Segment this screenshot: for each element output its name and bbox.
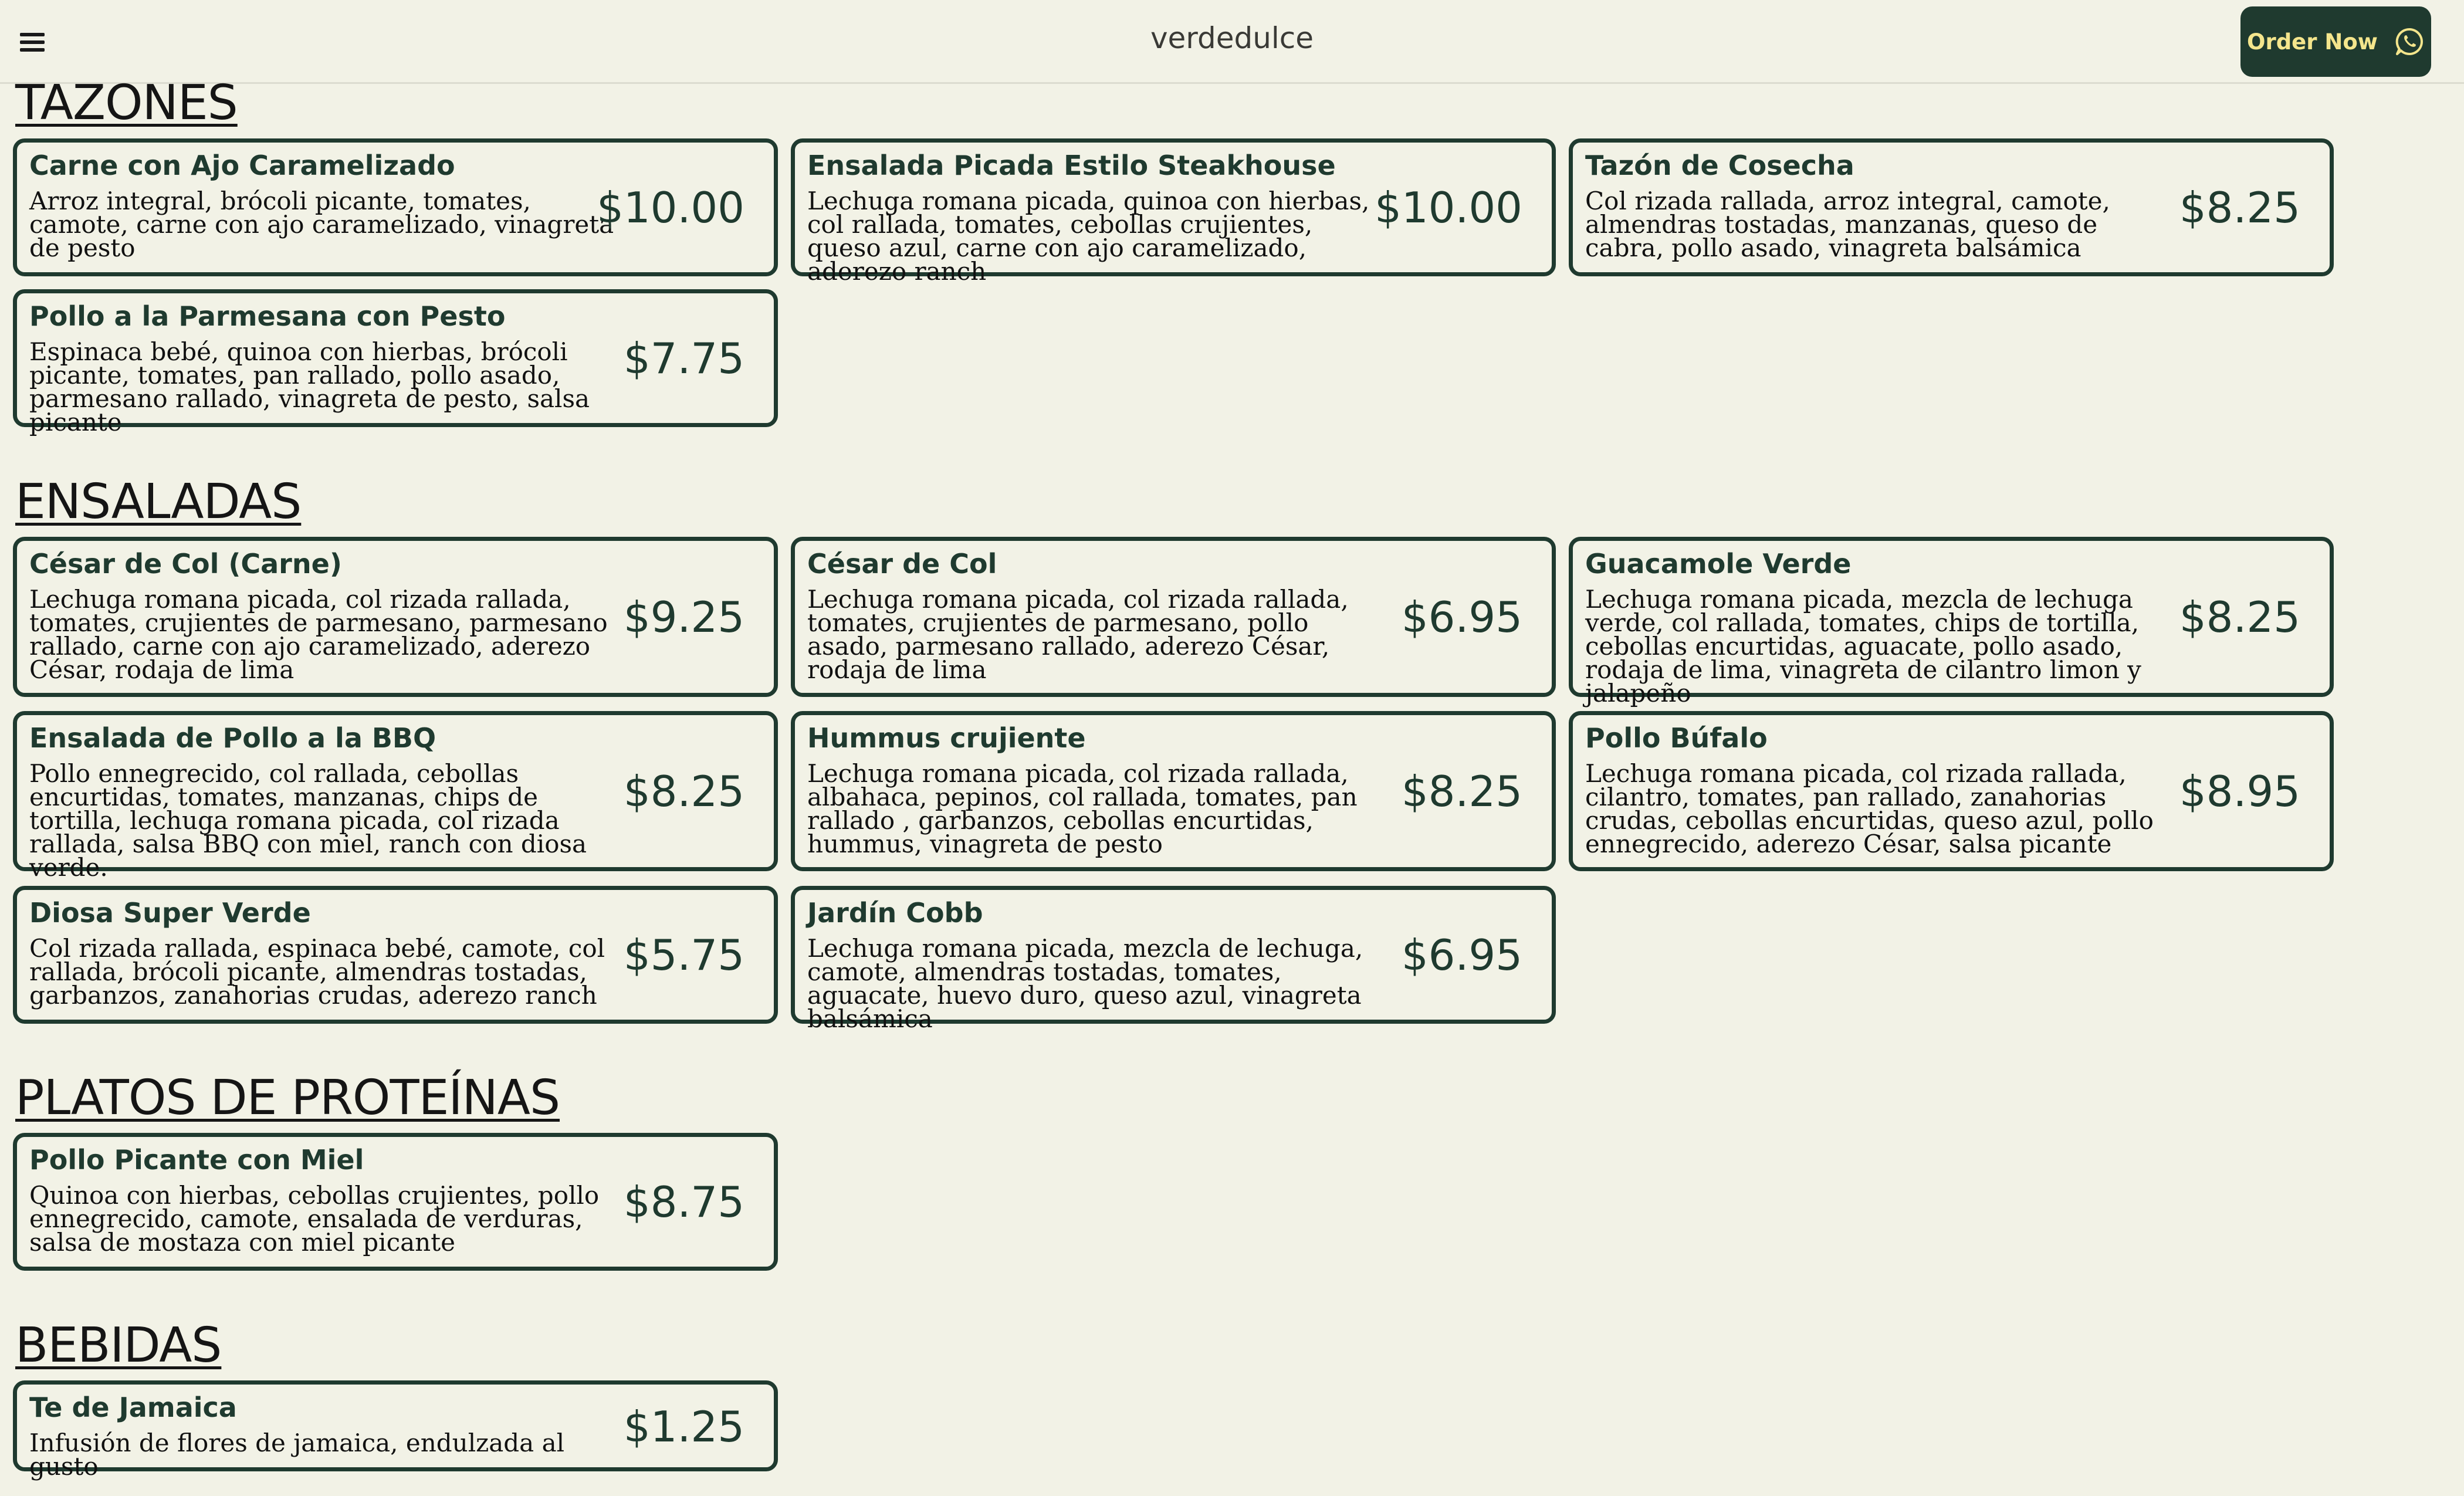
menu-item-card[interactable]: Tazón de Cosecha Col rizada rallada, arr…	[1569, 138, 2334, 276]
item-name: César de Col	[807, 548, 997, 580]
item-description: Lechuga romana picada, col rizada rallad…	[807, 585, 1349, 684]
menu-item-card[interactable]: César de Col Lechuga romana picada, col …	[791, 537, 1556, 697]
item-price: $8.95	[2179, 767, 2300, 816]
item-name: Pollo a la Parmesana con Pesto	[29, 300, 506, 332]
top-bar: verdedulce Order Now	[0, 0, 2464, 84]
item-price: $9.25	[623, 593, 744, 642]
item-price: $6.95	[1401, 593, 1522, 642]
menu-item-card[interactable]: César de Col (Carne) Lechuga romana pica…	[13, 537, 778, 697]
item-description: Lechuga romana picada, mezcla de lechuga…	[807, 934, 1363, 1033]
item-description: Infusión de flores de jamaica, endulzada…	[29, 1429, 565, 1481]
menu-item-card[interactable]: Hummus crujiente Lechuga romana picada, …	[791, 711, 1556, 871]
item-name: Diosa Super Verde	[29, 897, 311, 929]
order-now-label: Order Now	[2247, 29, 2378, 55]
brand-title[interactable]: verdedulce	[0, 21, 2464, 55]
item-description: Lechuga romana picada, col rizada rallad…	[807, 759, 1358, 858]
item-name: Ensalada Picada Estilo Steakhouse	[807, 150, 1336, 181]
item-description: Col rizada rallada, arroz integral, camo…	[1585, 187, 2110, 262]
menu-item-card[interactable]: Guacamole Verde Lechuga romana picada, m…	[1569, 537, 2334, 706]
item-price: $8.25	[2179, 593, 2300, 642]
menu-item-card[interactable]: Jardín Cobb Lechuga romana picada, mezcl…	[791, 886, 1556, 1031]
item-price: $8.25	[2179, 183, 2300, 232]
menu-item-card[interactable]: Ensalada Picada Estilo Steakhouse Lechug…	[791, 138, 1556, 284]
menu-item-card[interactable]: Ensalada de Pollo a la BBQ Pollo ennegre…	[13, 711, 778, 880]
item-description: Lechuga romana picada, col rizada rallad…	[1585, 759, 2154, 858]
item-description: Pollo ennegrecido, col rallada, cebollas…	[29, 759, 587, 882]
item-price: $8.25	[623, 767, 744, 816]
item-name: Guacamole Verde	[1585, 548, 1852, 580]
item-description: Lechuga romana picada, mezcla de lechuga…	[1585, 585, 2141, 708]
menu-item-card[interactable]: Diosa Super Verde Col rizada rallada, es…	[13, 886, 778, 1024]
item-name: Ensalada de Pollo a la BBQ	[29, 722, 436, 754]
item-name: Pollo Picante con Miel	[29, 1144, 364, 1176]
item-description: Espinaca bebé, quinoa con hierbas, bróco…	[29, 337, 590, 436]
item-name: Tazón de Cosecha	[1585, 150, 1854, 181]
item-price: $8.75	[623, 1177, 744, 1227]
item-description: Arroz integral, brócoli picante, tomates…	[29, 187, 614, 262]
menu-item-card[interactable]: Pollo Picante con Miel Quinoa con hierba…	[13, 1133, 778, 1271]
item-price: $10.00	[1375, 183, 1522, 232]
section-title-ensaladas: ENSALADAS	[15, 474, 302, 530]
menu-item-card[interactable]: Te de Jamaica Infusión de flores de jama…	[13, 1380, 778, 1479]
whatsapp-icon	[2395, 28, 2423, 55]
item-price: $7.75	[623, 334, 744, 383]
item-price: $8.25	[1401, 767, 1522, 816]
section-title-tazones: TAZONES	[15, 75, 238, 131]
section-title-platos-de-proteinas: PLATOS DE PROTEÍNAS	[15, 1070, 560, 1126]
item-description: Col rizada rallada, espinaca bebé, camot…	[29, 934, 605, 1010]
item-name: César de Col (Carne)	[29, 548, 342, 580]
menu-item-card[interactable]: Carne con Ajo Caramelizado Arroz integra…	[13, 138, 778, 276]
item-description: Quinoa con hierbas, cebollas crujientes,…	[29, 1181, 600, 1257]
item-name: Hummus crujiente	[807, 722, 1086, 754]
item-description: Lechuga romana picada, col rizada rallad…	[29, 585, 608, 684]
menu-item-card[interactable]: Pollo Búfalo Lechuga romana picada, col …	[1569, 711, 2334, 871]
item-price: $5.75	[623, 930, 744, 980]
item-name: Pollo Búfalo	[1585, 722, 1768, 754]
item-name: Carne con Ajo Caramelizado	[29, 150, 455, 181]
menu-item-card[interactable]: Pollo a la Parmesana con Pesto Espinaca …	[13, 289, 778, 435]
item-price: $1.25	[623, 1402, 744, 1451]
item-description: Lechuga romana picada, quinoa con hierba…	[807, 187, 1370, 286]
item-price: $10.00	[597, 183, 744, 232]
item-name: Te de Jamaica	[29, 1392, 237, 1423]
item-price: $6.95	[1401, 930, 1522, 980]
item-name: Jardín Cobb	[807, 897, 983, 929]
order-now-button[interactable]: Order Now	[2240, 6, 2431, 77]
section-title-bebidas: BEBIDAS	[15, 1318, 222, 1373]
